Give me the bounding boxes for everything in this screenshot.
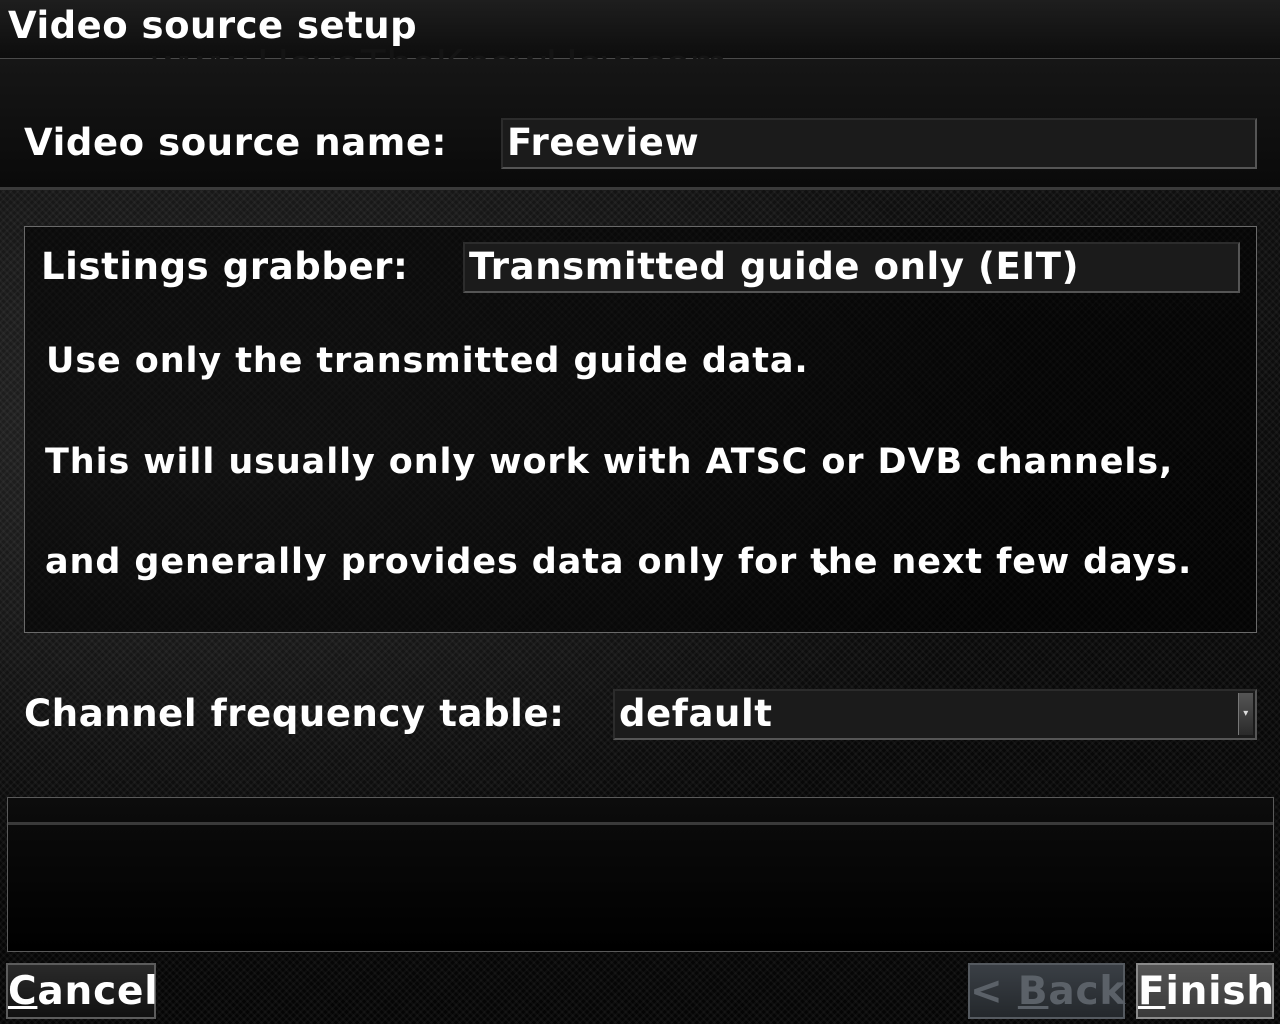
spinbox-arrow-icon[interactable]: ▾ [1238,693,1253,735]
help-text-area [7,797,1274,952]
cancel-label-rest: ancel [37,969,159,1014]
back-label-rest: ack [1048,969,1127,1014]
grabber-description-line-2: This will usually only work with ATSC or… [45,442,1174,482]
grabber-description-line-3: and generally provides data only for the… [45,542,1193,582]
back-button[interactable]: < Back [968,963,1125,1019]
help-divider [8,822,1273,825]
channel-frequency-table-spinbox[interactable]: default ▾ [613,689,1257,740]
cancel-accel-key: C [8,969,38,1014]
cancel-button[interactable]: Cancel [6,963,159,1019]
back-accel-key: B [1017,969,1049,1014]
video-source-name-row: Video source name: Freeview [0,59,1280,190]
listings-grabber-label: Listings grabber: [41,245,409,288]
back-arrow-prefix: < [970,969,1018,1014]
listings-grabber-select[interactable]: Transmitted guide only (EIT) [463,242,1240,293]
video-source-name-input[interactable]: Freeview [501,118,1257,169]
channel-frequency-table-value: default [619,692,773,735]
grabber-description-line-1: Use only the transmitted guide data. [46,341,809,381]
video-source-name-label: Video source name: [24,121,448,164]
window-title: Video source setup [8,4,418,47]
setup-screen: Video source setup www.HaveTheKnowHow.co… [0,0,1280,1024]
listings-grabber-group: Listings grabber: Transmitted guide only… [24,226,1257,633]
finish-label-rest: inish [1165,969,1275,1014]
finish-accel-key: F [1138,969,1166,1014]
channel-frequency-table-label: Channel frequency table: [24,692,565,735]
finish-button[interactable]: Finish [1136,963,1274,1019]
title-bar: Video source setup [0,0,1280,59]
